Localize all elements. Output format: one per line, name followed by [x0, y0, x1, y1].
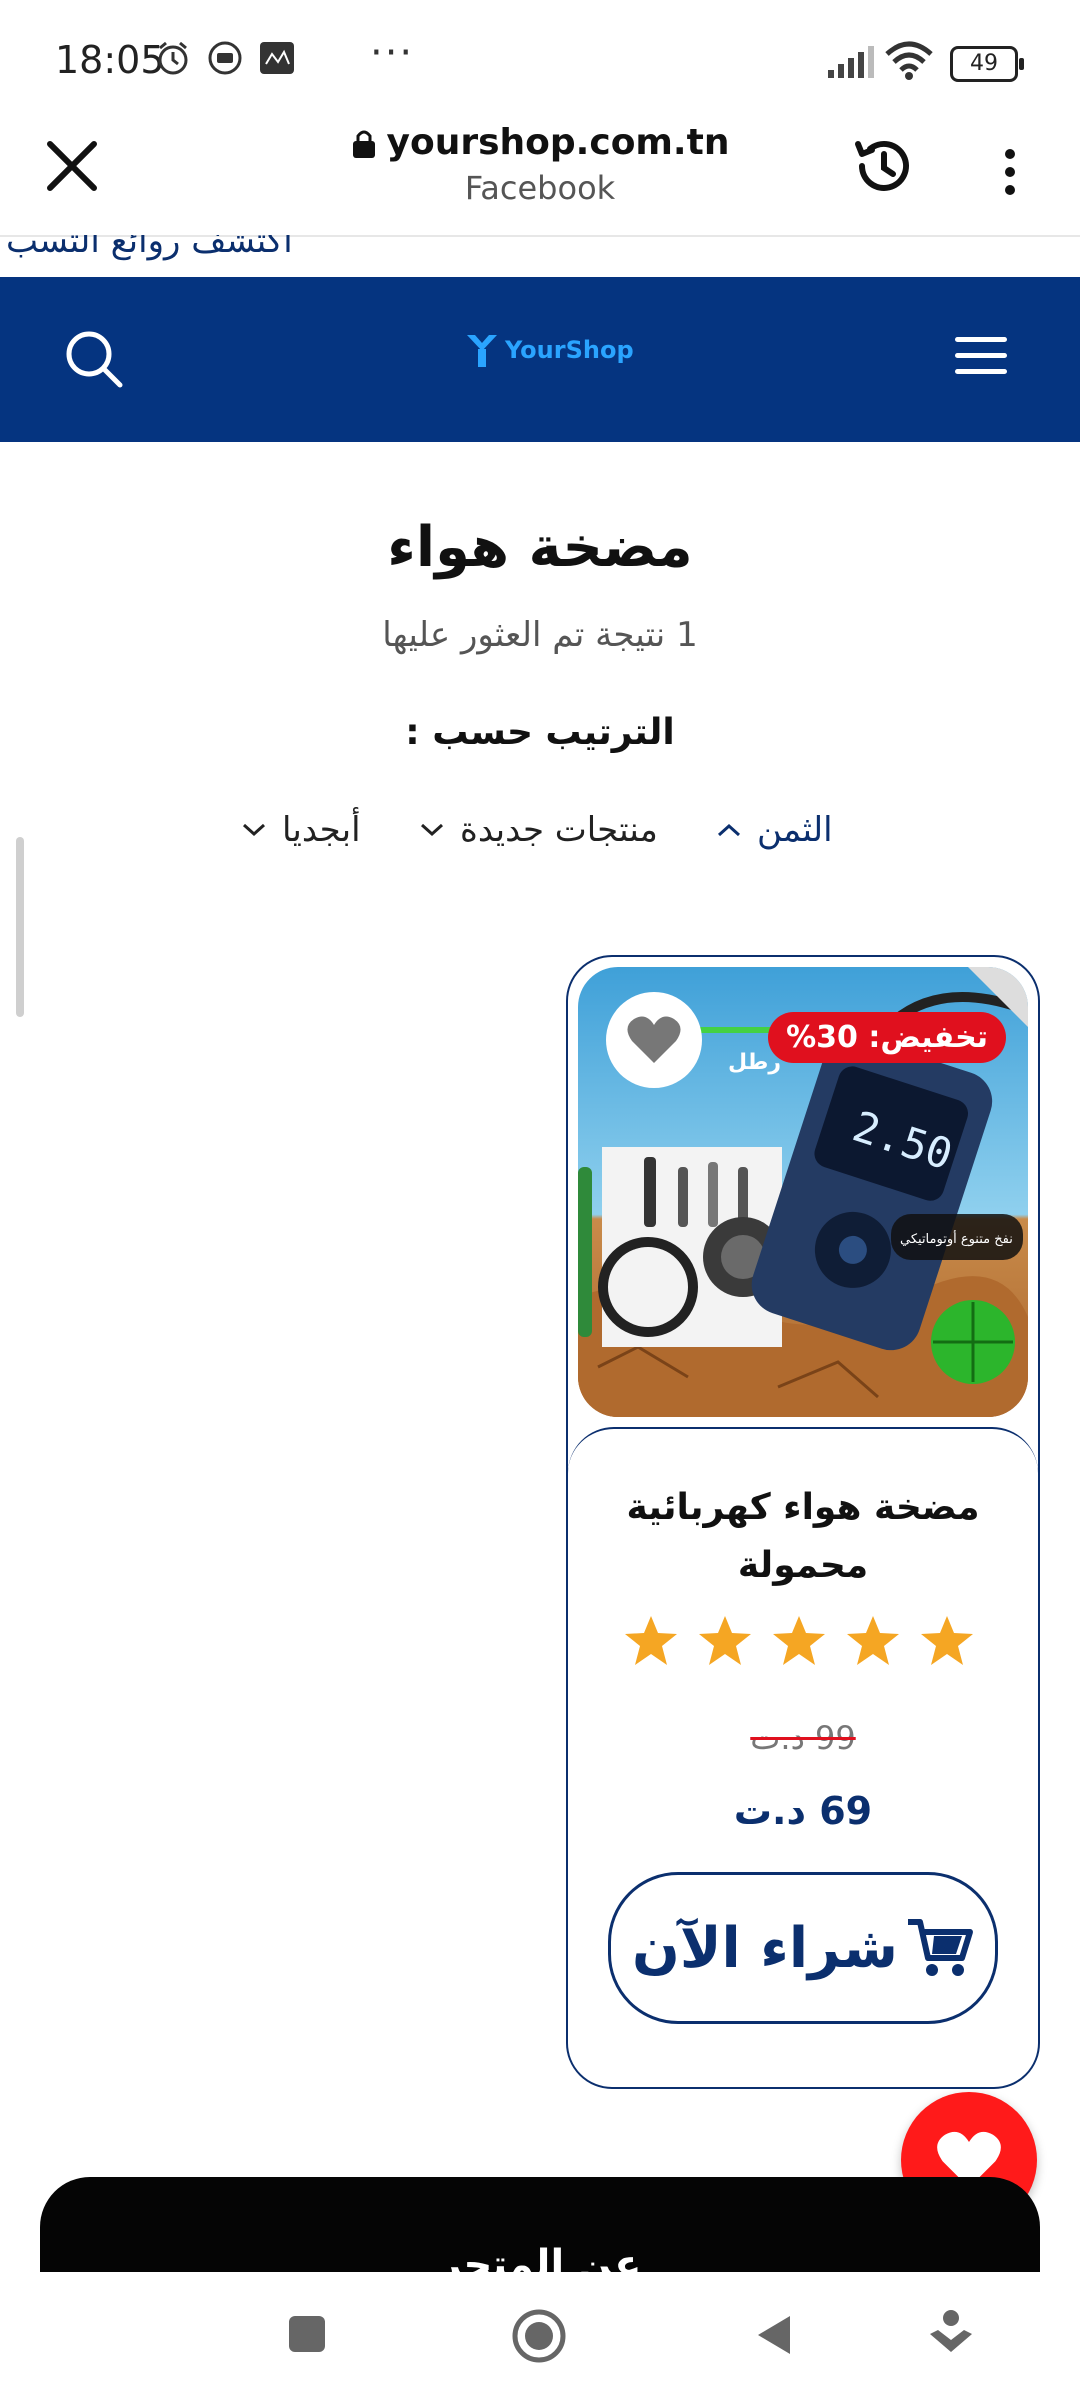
status-time: 18:05	[55, 38, 165, 82]
url-display[interactable]: yourshop.com.tn Facebook	[300, 120, 780, 207]
browser-toolbar: yourshop.com.tn Facebook	[0, 120, 1080, 237]
hamburger-icon[interactable]	[955, 337, 1007, 379]
star-icon	[847, 1616, 899, 1665]
chevron-down-icon	[420, 823, 444, 837]
status-bar: 18:05 ··· 49	[0, 0, 1080, 120]
sort-label: الترتيب حسب :	[405, 712, 675, 753]
sort-option-price[interactable]: الثمن	[715, 810, 833, 850]
scrollbar[interactable]	[16, 837, 24, 1017]
site-logo[interactable]: YourShop	[465, 325, 634, 375]
image-label-auto: نفخ متنوع أوتوماتيكي	[900, 1230, 1013, 1247]
announcement-ticker[interactable]: اكتشف روائع التسب	[0, 235, 1080, 277]
heart-icon	[627, 1016, 681, 1063]
sort-option-new[interactable]: منتجات جديدة	[418, 810, 658, 850]
ticker-text: اكتشف روائع التسب	[6, 235, 293, 261]
assistant-icon[interactable]	[926, 2308, 976, 2362]
star-icon	[699, 1616, 751, 1665]
product-image[interactable]: 2.50 رطل نفخ متنوع أوتوماتيكي تخفيض: 30%	[578, 967, 1028, 1417]
chevron-down-icon	[242, 823, 266, 837]
wifi-icon	[885, 41, 933, 80]
recents-icon[interactable]	[285, 2312, 329, 2356]
close-icon[interactable]	[40, 134, 104, 198]
page-title: مضخة هواء	[387, 515, 693, 580]
app-notification-icon	[260, 42, 294, 74]
download-status-icon	[208, 41, 242, 75]
system-nav-bar	[0, 2272, 1080, 2400]
sort-option-label: أبجديا	[282, 810, 361, 850]
home-icon[interactable]	[511, 2308, 567, 2364]
logo-text: YourShop	[505, 336, 634, 364]
product-title[interactable]: مضخة هواء كهربائية محمولة	[598, 1479, 1008, 1595]
product-info: مضخة هواء كهربائية محمولة 99 د.ت 69 د.ت …	[568, 1427, 1038, 2087]
sort-option-alphabetical[interactable]: أبجديا	[240, 810, 361, 850]
star-icon	[773, 1616, 825, 1665]
signal-icon	[828, 46, 874, 78]
discount-badge: تخفيض: 30%	[768, 1012, 1006, 1063]
lock-icon	[352, 130, 375, 158]
alarm-icon	[158, 41, 188, 75]
sort-option-label: الثمن	[757, 810, 833, 850]
star-icon	[625, 1616, 677, 1665]
chevron-up-icon	[717, 823, 741, 837]
more-vert-icon[interactable]	[995, 142, 1025, 202]
buy-now-button[interactable]: شراء الآن	[608, 1872, 998, 2024]
sort-option-label: منتجات جديدة	[460, 810, 658, 850]
battery-indicator: 49	[950, 46, 1024, 82]
original-price: 99 د.ت	[750, 1719, 856, 1757]
back-icon[interactable]	[752, 2312, 796, 2358]
status-overflow: ···	[370, 30, 415, 76]
url-subtitle: Facebook	[464, 169, 616, 207]
star-icon	[921, 1616, 973, 1665]
site-header: YourShop	[0, 277, 1080, 442]
footer-section: عن المتجر	[40, 2177, 1040, 2277]
history-icon[interactable]	[848, 130, 920, 202]
results-count: 1 نتيجة تم العثور عليها	[382, 615, 698, 655]
buy-now-label: شراء الآن	[632, 1915, 898, 1981]
wishlist-button[interactable]	[606, 992, 702, 1088]
cart-icon	[907, 1919, 973, 1976]
url-text: yourshop.com.tn	[386, 122, 730, 163]
sale-price: 69 د.ت	[733, 1789, 873, 1833]
product-card[interactable]: 2.50 رطل نفخ متنوع أوتوماتيكي تخفيض: 30%…	[566, 955, 1040, 2089]
search-icon[interactable]	[62, 327, 126, 391]
logo-mark-icon	[467, 335, 497, 367]
star-rating	[623, 1614, 975, 1668]
